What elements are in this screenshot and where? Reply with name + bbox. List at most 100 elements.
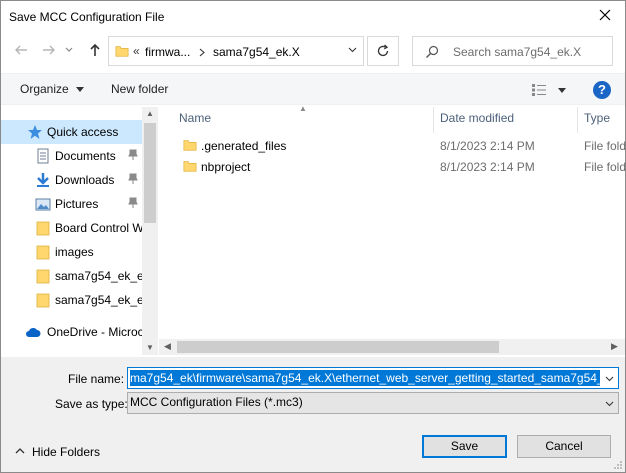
- organize-button[interactable]: Organize: [20, 82, 85, 96]
- address-bar[interactable]: « firmwa... sama7g54_ek.X: [108, 36, 364, 66]
- breadcrumb-overflow[interactable]: «: [133, 44, 140, 58]
- recent-locations-chevron-icon[interactable]: [65, 47, 73, 53]
- save-dialog: Save MCC Configuration File « firmwa...: [0, 0, 626, 473]
- search-box[interactable]: Search sama7g54_ek.X: [412, 36, 613, 66]
- column-divider[interactable]: [577, 107, 578, 133]
- title-bar: Save MCC Configuration File: [1, 1, 625, 32]
- savetype-dropdown[interactable]: [600, 393, 618, 413]
- folder-icon: [36, 221, 50, 236]
- file-name: .generated_files: [201, 139, 287, 153]
- file-list: ▲ Name Date modified Type .generated_fil…: [159, 104, 626, 355]
- breadcrumb-item[interactable]: sama7g54_ek.X: [213, 45, 300, 59]
- table-row[interactable]: .generated_files 8/1/2023 2:14 PM File f…: [175, 136, 626, 157]
- sidebar-item-label: sama7g54_ek_et: [55, 293, 148, 307]
- sidebar-item-label: Pictures: [55, 197, 99, 211]
- sidebar-scrollbar[interactable]: ▲ ▼: [142, 107, 158, 355]
- savetype-label: Save as type:: [55, 397, 128, 411]
- filename-input[interactable]: ma7g54_ek\firmware\sama7g54_ek.X\etherne…: [130, 370, 617, 386]
- sidebar-item-sama7g54-2[interactable]: sama7g54_ek_et: [1, 288, 147, 312]
- cancel-label: Cancel: [545, 439, 583, 453]
- hide-folders-label: Hide Folders: [32, 445, 101, 459]
- chevron-down-icon[interactable]: [558, 88, 566, 93]
- savetype-value: MCC Configuration Files (*.mc3): [130, 395, 303, 409]
- column-divider[interactable]: [433, 107, 434, 133]
- back-arrow-icon[interactable]: [13, 42, 29, 58]
- scroll-left-icon[interactable]: ◀: [164, 341, 171, 352]
- filename-field[interactable]: ma7g54_ek\firmware\sama7g54_ek.X\etherne…: [127, 367, 619, 389]
- cancel-button[interactable]: Cancel: [517, 435, 611, 458]
- scrollbar-thumb[interactable]: [177, 341, 499, 353]
- scroll-right-icon[interactable]: ▶: [611, 341, 618, 352]
- up-arrow-icon[interactable]: [87, 42, 103, 58]
- pictures-icon: [35, 198, 51, 211]
- chevron-down-icon: [76, 86, 85, 92]
- breadcrumb-item[interactable]: firmwa...: [145, 45, 190, 59]
- sidebar-item-label: Quick access: [47, 125, 119, 139]
- pin-icon[interactable]: [128, 197, 138, 209]
- chevron-down-icon[interactable]: [348, 47, 357, 53]
- forward-arrow-icon[interactable]: [41, 42, 57, 58]
- scroll-down-icon[interactable]: ▼: [146, 343, 154, 352]
- filename-dropdown[interactable]: [600, 368, 618, 388]
- sidebar-item-label: Board Control W: [55, 221, 144, 235]
- sidebar-item-images[interactable]: images: [1, 240, 142, 264]
- navigation-pane: Quick access Documents Downloads Picture…: [1, 107, 158, 355]
- sort-ascending-icon: ▲: [299, 104, 307, 113]
- command-bar: Organize New folder ?: [1, 73, 625, 105]
- table-row[interactable]: nbproject 8/1/2023 2:14 PM File fold: [175, 157, 626, 178]
- refresh-icon: [377, 44, 389, 57]
- chevron-down-icon: [605, 401, 614, 407]
- chevron-up-icon: [15, 448, 25, 454]
- save-label: Save: [450, 439, 479, 453]
- scroll-up-icon[interactable]: ▲: [146, 109, 154, 118]
- sidebar-item-board-control[interactable]: Board Control W: [1, 216, 144, 240]
- pin-icon[interactable]: [128, 173, 138, 185]
- sidebar-item-documents[interactable]: Documents: [1, 144, 142, 168]
- breadcrumb-chevron-icon[interactable]: [199, 48, 205, 57]
- sidebar-item-downloads[interactable]: Downloads: [1, 168, 142, 192]
- view-options-icon[interactable]: [531, 83, 547, 97]
- file-name: nbproject: [201, 160, 251, 174]
- search-input[interactable]: Search sama7g54_ek.X: [453, 45, 581, 59]
- column-header-date[interactable]: Date modified: [440, 111, 514, 125]
- folder-icon: [36, 293, 50, 308]
- save-button[interactable]: Save: [422, 435, 507, 458]
- documents-icon: [37, 148, 49, 164]
- new-folder-button[interactable]: New folder: [111, 82, 168, 96]
- folder-icon: [115, 46, 129, 57]
- folder-icon: [183, 161, 197, 172]
- close-icon[interactable]: [597, 7, 613, 23]
- sidebar-item-label: images: [55, 245, 94, 259]
- sidebar-item-label: sama7g54_ek_et: [55, 269, 148, 283]
- save-form: File name: ma7g54_ek\firmware\sama7g54_e…: [1, 357, 625, 472]
- sidebar-item-sama7g54-1[interactable]: sama7g54_ek_et: [1, 264, 147, 288]
- file-date: 8/1/2023 2:14 PM: [440, 160, 535, 174]
- sidebar-item-pictures[interactable]: Pictures: [1, 192, 142, 216]
- filename-label: File name:: [68, 372, 125, 386]
- folder-icon: [36, 245, 50, 260]
- pin-icon[interactable]: [128, 149, 138, 161]
- chevron-down-icon: [605, 376, 614, 382]
- sidebar-item-quick-access[interactable]: Quick access: [1, 120, 142, 144]
- organize-label: Organize: [20, 82, 69, 96]
- search-icon: [426, 45, 439, 58]
- folder-icon: [36, 269, 50, 284]
- sidebar-item-label: Downloads: [55, 173, 115, 187]
- file-date: 8/1/2023 2:14 PM: [440, 139, 535, 153]
- sidebar-item-onedrive[interactable]: OneDrive - Microc: [1, 320, 144, 344]
- column-header-type[interactable]: Type: [584, 111, 610, 125]
- help-button[interactable]: ?: [593, 81, 611, 99]
- refresh-button[interactable]: [367, 36, 399, 66]
- sidebar-item-label: OneDrive - Microc: [47, 325, 144, 339]
- file-type: File fold: [584, 139, 626, 153]
- scrollbar-thumb[interactable]: [144, 123, 156, 223]
- filelist-scrollbar[interactable]: ◀ ▶: [159, 339, 625, 355]
- navigation-bar: « firmwa... sama7g54_ek.X Search sama7g5…: [1, 34, 625, 68]
- cloud-icon: [26, 327, 41, 337]
- star-icon: [28, 125, 42, 139]
- savetype-select[interactable]: MCC Configuration Files (*.mc3): [127, 392, 619, 414]
- file-type: File fold: [584, 160, 626, 174]
- column-header-name[interactable]: Name: [179, 111, 211, 125]
- resize-grip-icon[interactable]: [613, 460, 623, 470]
- downloads-icon: [37, 173, 49, 187]
